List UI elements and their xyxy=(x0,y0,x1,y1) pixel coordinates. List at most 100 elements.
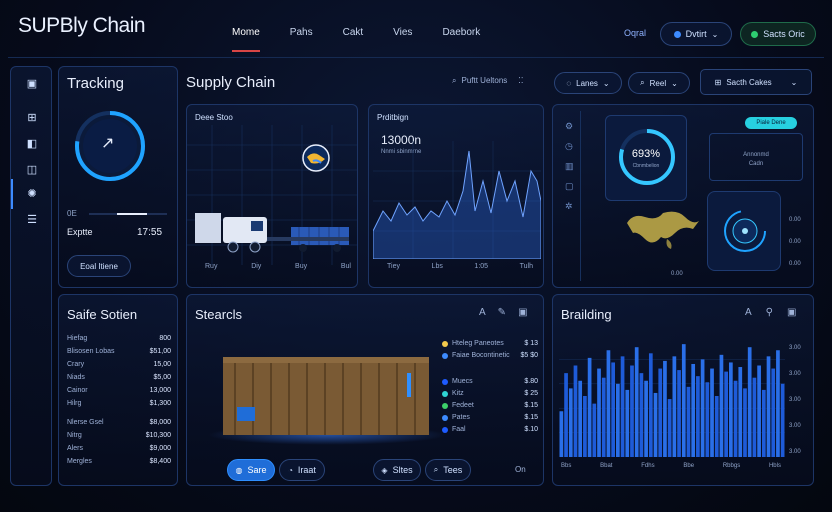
chart-bar xyxy=(686,386,691,457)
import-button[interactable]: ◔ Iraat xyxy=(279,459,325,481)
chart-bar xyxy=(733,380,738,457)
edit-icon[interactable]: ✎ xyxy=(498,307,506,318)
legend-dot-icon xyxy=(442,352,448,359)
chart-bar xyxy=(729,362,733,457)
chart-bar xyxy=(752,377,757,457)
x-tick: Tulh xyxy=(519,263,533,270)
prediction-title: Prditbign xyxy=(377,113,409,122)
chart-icon[interactable]: ◫ xyxy=(25,163,39,177)
box-icon[interactable]: ◧ xyxy=(25,137,39,151)
shipping-container-image xyxy=(223,357,429,435)
search-cakes-dropdown[interactable]: ⊞ Sacth Cakes ⌄ xyxy=(700,69,812,95)
filter-icon: ⌕ xyxy=(452,76,457,85)
text-icon[interactable]: A xyxy=(479,307,486,318)
share-button[interactable]: ◍ Sare xyxy=(227,459,275,481)
lanes-dropdown[interactable]: ◌ Lanes ⌄ xyxy=(554,72,622,94)
x-tick: Rbbgs xyxy=(722,463,741,469)
home-icon[interactable]: ▣ xyxy=(25,77,39,91)
sites-button[interactable]: ◈ Sltes xyxy=(373,459,421,481)
tracking-slider-fill xyxy=(117,213,147,215)
chart-bar xyxy=(648,353,653,457)
prediction-area-chart xyxy=(373,141,541,259)
x-tick: Hbls xyxy=(768,463,781,469)
safe-row: Nitrg $10,300 xyxy=(67,432,171,445)
tracking-button[interactable]: Eoal Itiene xyxy=(67,255,131,277)
brailding-xaxis: Bbs Bbat Fdhs Bbe Rbbgs Hbls xyxy=(561,463,781,469)
chat-icon[interactable]: ▢ xyxy=(565,181,574,192)
tracking-slider-track[interactable] xyxy=(89,213,167,215)
safe-row-label: Niads xyxy=(67,374,85,381)
safe-row-value: $8,400 xyxy=(149,458,171,465)
pin-icon[interactable]: ⚲ xyxy=(766,307,773,318)
nav-item-home[interactable]: Mome xyxy=(232,27,260,52)
stearcls-buttons: ◍ Sare ◔ Iraat ◈ Sltes ⌕ Tees On xyxy=(227,459,527,481)
x-tick: Diy xyxy=(251,263,262,270)
globe-icon xyxy=(302,144,330,172)
import-label: Iraat xyxy=(297,465,316,475)
clock-icon[interactable]: ◷ xyxy=(565,141,573,152)
chart-bar xyxy=(710,368,714,457)
stearcls-title: Stearcls xyxy=(195,307,242,322)
status-button[interactable]: Sacts Oric xyxy=(740,22,816,46)
tracking-value-left: Exptte xyxy=(67,227,93,237)
chart-bar xyxy=(667,399,672,457)
x-tick: Bul xyxy=(340,263,351,270)
panel-icon[interactable]: ▣ xyxy=(787,307,796,318)
header-orgal-link[interactable]: Oqral xyxy=(624,28,646,38)
info-card: Annonmd Cadn xyxy=(709,133,803,181)
chart-bar xyxy=(771,368,776,457)
chart-bar xyxy=(776,350,780,457)
header-divider xyxy=(8,57,824,58)
filter-button[interactable]: ⌕ Puftt Ueltons ⁚⁚ xyxy=(452,76,523,86)
chart-bar xyxy=(672,356,677,457)
safe-row-label: Hilrg xyxy=(67,400,82,407)
nav-item-vies[interactable]: Vies xyxy=(393,27,412,52)
nav-item-paths[interactable]: Pahs xyxy=(290,27,313,52)
sites-label: Sltes xyxy=(392,465,413,475)
safe-row-label: Mergles xyxy=(67,458,92,465)
right-xtick: 0.00 xyxy=(671,271,683,277)
safe-row: Niads $5,00 xyxy=(67,374,171,387)
legend-item: Fedeet $.15 xyxy=(442,402,538,409)
grid-icon[interactable]: ⊞ xyxy=(25,111,39,125)
right-yaxis: 0.00 0.00 0.00 xyxy=(789,209,801,275)
chart-bar xyxy=(738,367,743,457)
chart-bar xyxy=(653,392,658,457)
chart-bar xyxy=(705,382,710,457)
chart-bar xyxy=(761,389,766,457)
safe-row: Mergles $8,400 xyxy=(67,458,171,471)
globe-icon[interactable]: ✺ xyxy=(25,187,39,201)
legend-dot-icon xyxy=(442,426,448,433)
search-icon: ⌕ xyxy=(640,78,645,87)
nav-item-cakt[interactable]: Cakt xyxy=(343,27,364,52)
nav-item-dashboard[interactable]: Daebork xyxy=(442,27,480,52)
safe-row: Nlerse Gsel $8,000 xyxy=(67,419,171,432)
lanes-icon: ◌ xyxy=(566,78,572,88)
legend-label: Faiae Bocontinetic xyxy=(452,352,510,359)
reel-dropdown[interactable]: ⌕ Reel ⌄ xyxy=(628,72,690,94)
settings-icon[interactable]: ⚙ xyxy=(565,121,573,132)
chart-bar xyxy=(559,411,564,457)
header-dropdown[interactable]: Dvtirt ⌄ xyxy=(660,22,732,46)
reel-label: Reel xyxy=(649,78,667,88)
sites-icon: ◈ xyxy=(381,465,388,475)
chart-bar xyxy=(630,365,634,457)
legend-value: $.10 xyxy=(524,426,538,433)
legend-item: Muecs $.80 xyxy=(442,378,538,385)
search-cakes-label: Sacth Cakes xyxy=(726,77,772,87)
panel-icon[interactable]: ▣ xyxy=(518,307,527,318)
list-icon[interactable]: ☰ xyxy=(25,213,39,227)
chart-bar xyxy=(606,350,611,457)
legend-item: Faiae Bocontinetic $5 $0 xyxy=(442,352,538,359)
y-tick: 0.00 xyxy=(789,217,801,223)
lanes-label: Lanes xyxy=(576,78,598,88)
left-sidebar: ▣ ⊞ ◧ ◫ ✺ ☰ xyxy=(10,66,52,486)
legend-label: Fedeet xyxy=(452,402,474,409)
gear-icon[interactable]: ✲ xyxy=(565,201,573,212)
tees-button[interactable]: ⌕ Tees xyxy=(425,459,471,481)
piale-badge[interactable]: Piale Dene xyxy=(745,117,797,129)
chart-bar xyxy=(568,388,573,457)
filter-label: Puftt Ueltons xyxy=(461,76,508,85)
bar-icon[interactable]: ▥ xyxy=(565,161,574,172)
text-icon[interactable]: A xyxy=(745,307,752,318)
